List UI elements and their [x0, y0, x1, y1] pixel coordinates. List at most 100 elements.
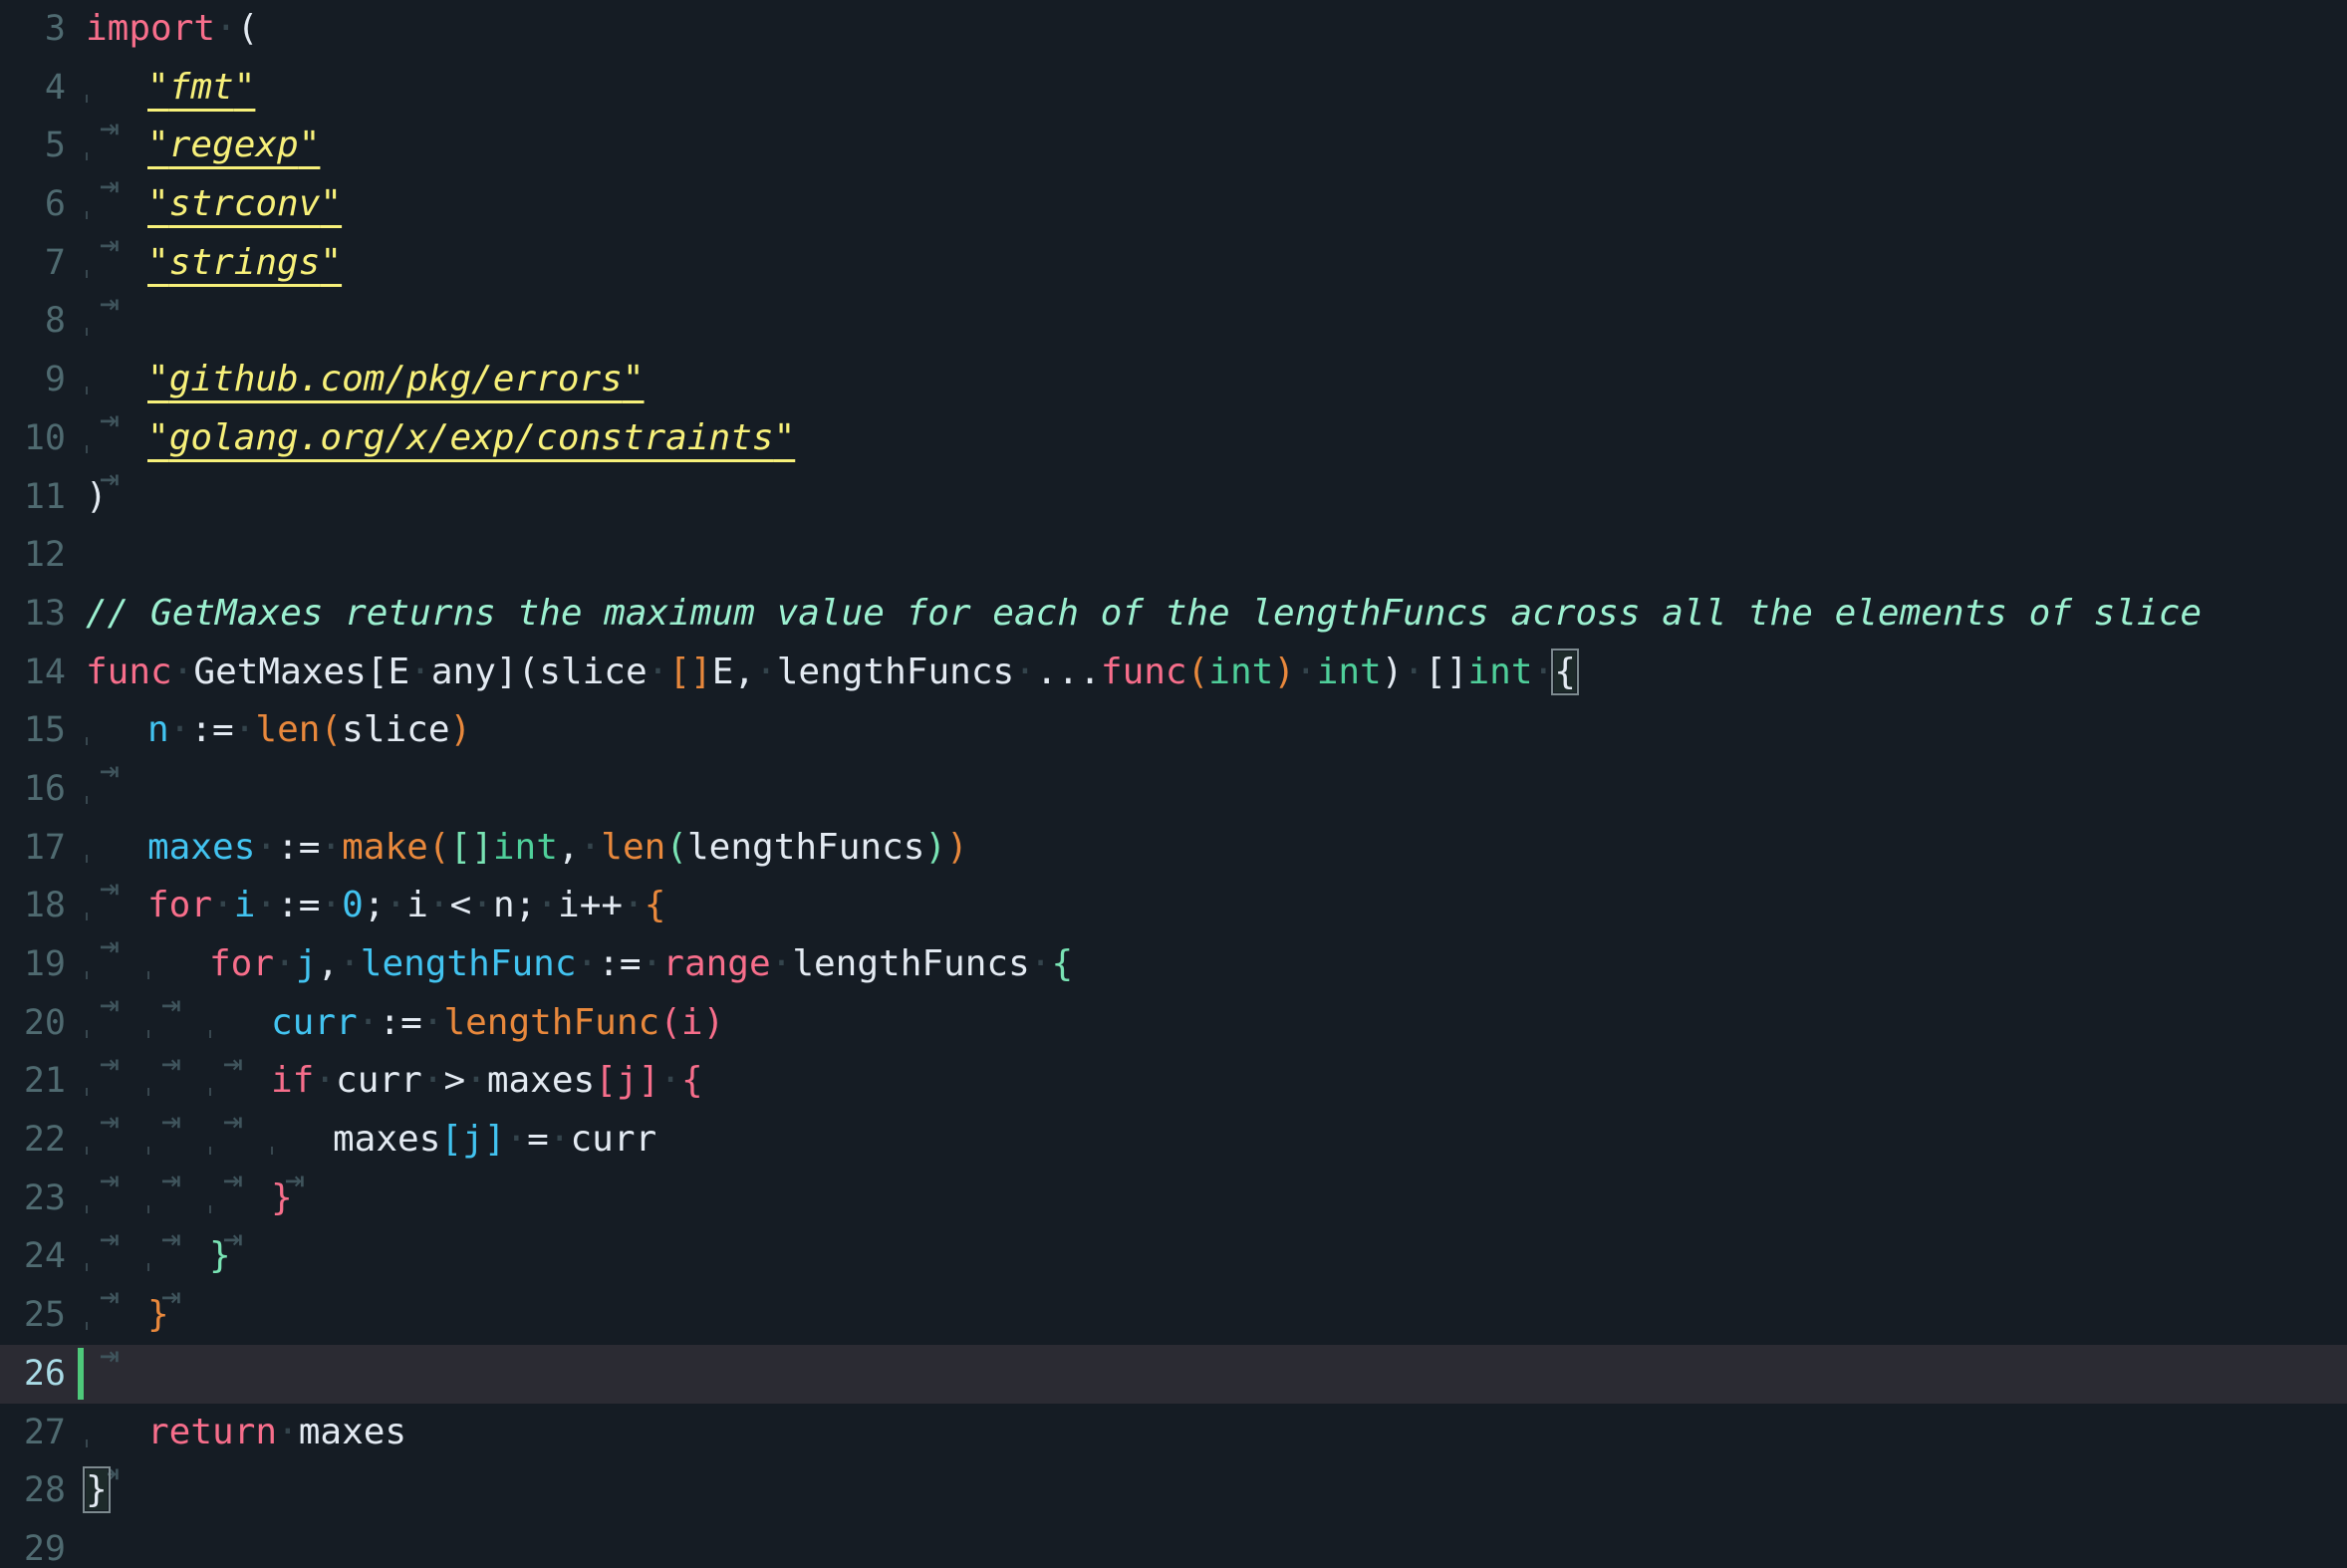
space-marker: ·	[274, 943, 296, 984]
token-type-int: int	[1208, 651, 1274, 692]
code-line[interactable]: 10 ⇥ "golang.org/x/exp/constraints"	[0, 409, 2347, 497]
code-line[interactable]: 21 ⇥ ⇥ ⇥ if·curr·>·maxes[j]·{	[0, 1052, 2347, 1140]
token-define-op: :=	[190, 709, 234, 751]
line-content[interactable]: }	[78, 1461, 2347, 1520]
token-semicolon: ;	[514, 885, 537, 926]
line-content[interactable]: ⇥ "regexp"	[78, 117, 2347, 204]
line-content[interactable]: ⇥ return·maxes	[78, 1404, 2347, 1491]
code-line[interactable]: 20 ⇥ ⇥ ⇥ curr·:=·lengthFunc(i)	[0, 994, 2347, 1082]
token-ident-curr: curr	[336, 1060, 422, 1102]
line-content[interactable]: ⇥ ⇥ ⇥}	[78, 1170, 2347, 1257]
token-semicolon: ;	[363, 885, 386, 926]
token-paren-open: (	[665, 826, 687, 868]
code-line[interactable]: 5 ⇥ "regexp"	[0, 117, 2347, 204]
code-line[interactable]: 24 ⇥ ⇥}	[0, 1227, 2347, 1315]
token-ident-maxes: maxes	[486, 1060, 596, 1102]
line-content[interactable]: ⇥ ⇥ ⇥ ⇥ maxes[j]·=·curr	[78, 1111, 2347, 1198]
code-line[interactable]: 17 ⇥ maxes·:=·make([]int,·len(lengthFuncs…	[0, 819, 2347, 907]
code-line[interactable]: 29	[0, 1520, 2347, 1568]
line-content[interactable]	[78, 1345, 2347, 1404]
code-line[interactable]: 7 ⇥ "strings"	[0, 234, 2347, 322]
token-string: "strings"	[147, 241, 343, 283]
code-line[interactable]: 3 import·(	[0, 0, 2347, 59]
space-marker: ·	[314, 1060, 337, 1102]
code-line[interactable]: 14 func·GetMaxes[E·any](slice·[]E,·lengt…	[0, 644, 2347, 702]
token-paren-close: )	[1273, 651, 1295, 692]
line-number: 10	[23, 417, 66, 458]
line-content[interactable]: ⇥ "strconv"	[78, 175, 2347, 263]
line-content[interactable]: ⇥ for·i·:=·0;·i·<·n;·i++·{	[78, 877, 2347, 964]
token-ellipsis: ...	[1035, 651, 1101, 692]
code-editor[interactable]: 3 import·( 4 ⇥ "fmt" 5 ⇥ "regexp" 6 ⇥ "strc…	[0, 0, 2347, 1568]
token-string: "regexp"	[147, 125, 321, 166]
code-line[interactable]: 18 ⇥ for·i·:=·0;·i·<·n;·i++·{	[0, 877, 2347, 964]
line-content[interactable]: ⇥ ⇥ ⇥ if·curr·>·maxes[j]·{	[78, 1052, 2347, 1140]
line-content[interactable]	[78, 292, 2347, 351]
line-content[interactable]: ⇥ maxes·:=·make([]int,·len(lengthFuncs))	[78, 819, 2347, 907]
token-call-lengthFunc: lengthFunc	[443, 1001, 660, 1043]
space-marker: ·	[421, 1001, 444, 1043]
token-keyword-return: return	[147, 1411, 278, 1452]
token-ident-lengthFuncs: lengthFuncs	[792, 943, 1030, 984]
line-number: 7	[44, 242, 66, 283]
line-content[interactable]: ⇥ ⇥ ⇥ curr·:=·lengthFunc(i)	[78, 994, 2347, 1082]
line-number: 23	[23, 1177, 66, 1218]
token-var-lengthFunc: lengthFunc	[360, 943, 577, 984]
space-marker: ·	[641, 943, 663, 984]
code-line[interactable]: 9 ⇥ "github.com/pkg/errors"	[0, 351, 2347, 438]
space-marker: ·	[579, 826, 602, 868]
line-content[interactable]: ⇥ ⇥}	[78, 1227, 2347, 1315]
line-content[interactable]: )	[78, 468, 2347, 527]
code-line[interactable]: 4 ⇥ "fmt"	[0, 59, 2347, 146]
line-content[interactable]: import·(	[78, 0, 2347, 59]
token-brace-close: }	[209, 1235, 231, 1277]
line-number: 21	[23, 1061, 66, 1102]
token-paren-open: (	[320, 709, 343, 751]
token-var-n: n	[492, 885, 515, 926]
line-number: 11	[23, 476, 66, 517]
line-content[interactable]: ⇥ ⇥ for·j,·lengthFunc·:=·range·lengthFuncs…	[78, 935, 2347, 1023]
space-marker: ·	[548, 1119, 571, 1161]
code-line[interactable]: 8	[0, 292, 2347, 351]
line-content[interactable]: func·GetMaxes[E·any](slice·[]E,·lengthFu…	[78, 644, 2347, 702]
line-content[interactable]: ⇥}	[78, 1286, 2347, 1374]
space-marker: ·	[465, 1060, 487, 1102]
code-line[interactable]: 22 ⇥ ⇥ ⇥ ⇥ maxes[j]·=·curr	[0, 1111, 2347, 1198]
line-number: 24	[23, 1236, 66, 1277]
line-content[interactable]: ⇥ "strings"	[78, 234, 2347, 322]
token-define-op: :=	[598, 943, 642, 984]
code-line[interactable]: 28 }	[0, 1461, 2347, 1520]
line-content[interactable]	[78, 760, 2347, 819]
line-content[interactable]: ⇥ "golang.org/x/exp/constraints"	[78, 409, 2347, 497]
token-bracket-open: [	[595, 1060, 617, 1102]
code-line[interactable]: 11 )	[0, 468, 2347, 527]
token-bracket-open: [	[1425, 651, 1446, 692]
bracket-match-highlight: }	[83, 1466, 111, 1514]
code-line[interactable]: 23 ⇥ ⇥ ⇥}	[0, 1170, 2347, 1257]
code-line[interactable]: 12	[0, 526, 2347, 585]
token-index-j: j	[616, 1060, 639, 1102]
line-content[interactable]: ⇥ n·:=·len(slice)	[78, 701, 2347, 789]
line-content[interactable]	[78, 1520, 2347, 1568]
line-content[interactable]: // GetMaxes returns the maximum value fo…	[78, 585, 2347, 644]
line-number: 6	[44, 184, 66, 225]
line-number: 28	[23, 1470, 66, 1511]
line-content[interactable]: ⇥ "github.com/pkg/errors"	[78, 351, 2347, 438]
code-line[interactable]: 13 // GetMaxes returns the maximum value…	[0, 585, 2347, 644]
space-marker: ·	[212, 885, 234, 926]
code-line[interactable]: 16	[0, 760, 2347, 819]
token-bracket-close: ]	[1445, 651, 1468, 692]
token-var-maxes: maxes	[147, 826, 256, 868]
code-line-active[interactable]: 26	[0, 1344, 2347, 1404]
code-line[interactable]: 19 ⇥ ⇥ for·j,·lengthFunc·:=·range·lengthFu…	[0, 935, 2347, 1023]
token-op-lt: <	[449, 885, 472, 926]
code-line[interactable]: 6 ⇥ "strconv"	[0, 175, 2347, 263]
code-line[interactable]: 27 ⇥ return·maxes	[0, 1404, 2347, 1491]
line-content[interactable]: ⇥ "fmt"	[78, 59, 2347, 146]
token-string: "fmt"	[147, 66, 256, 108]
line-content[interactable]	[78, 526, 2347, 585]
token-op-gt: >	[443, 1060, 466, 1102]
code-line[interactable]: 15 ⇥ n·:=·len(slice)	[0, 701, 2347, 789]
line-number: 8	[44, 301, 66, 342]
code-line[interactable]: 25 ⇥}	[0, 1286, 2347, 1374]
